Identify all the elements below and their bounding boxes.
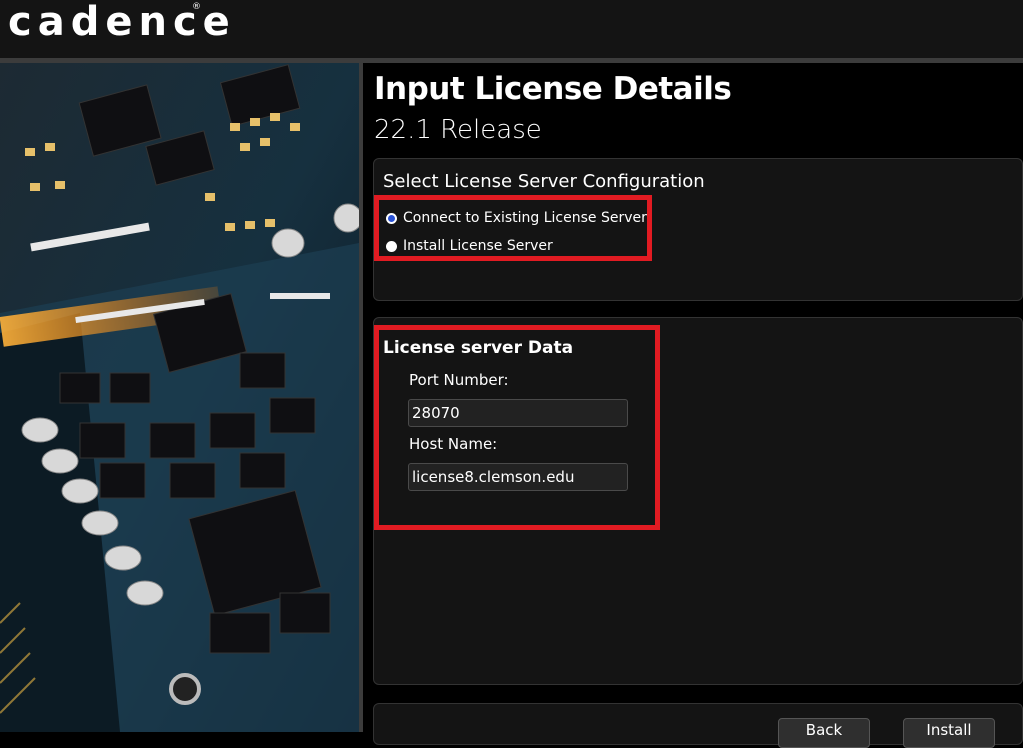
circuit-board-image [0, 63, 359, 732]
license-config-title: Select License Server Configuration [383, 171, 705, 192]
cadence-logo: cadence [8, 0, 236, 45]
back-button[interactable]: Back [778, 718, 870, 748]
content-panel: Input License Details 22.1 Release Selec… [363, 63, 1023, 748]
header-bar: cadence ® [0, 0, 1023, 58]
install-button[interactable]: Install [903, 718, 995, 748]
highlight-config-options [374, 195, 652, 261]
page-subtitle: 22.1 Release [374, 115, 542, 145]
footer-button-bar: Back Install [373, 703, 1023, 748]
highlight-server-data [374, 325, 660, 530]
registered-mark: ® [192, 2, 201, 12]
page-title: Input License Details [374, 71, 732, 107]
